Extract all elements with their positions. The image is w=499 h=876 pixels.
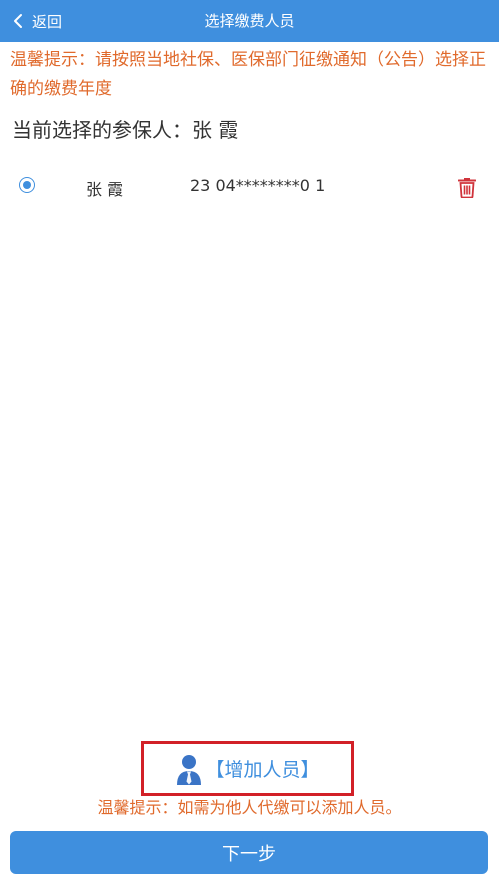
add-person-button[interactable]: 【增加人员】 bbox=[141, 741, 354, 796]
next-step-button[interactable]: 下一步 bbox=[10, 831, 488, 874]
current-selection: 当前选择的参保人：张 霞 bbox=[12, 114, 238, 143]
page-title: 选择缴费人员 bbox=[204, 12, 295, 30]
radio-selected-dot bbox=[22, 180, 31, 189]
person-id-number: 23 04********0 1 bbox=[190, 176, 326, 195]
top-navbar: 返回 选择缴费人员 bbox=[0, 0, 499, 42]
add-person-label: 【增加人员】 bbox=[205, 759, 320, 781]
current-selection-name: 张 霞 bbox=[192, 118, 239, 142]
person-name: 张 霞 bbox=[86, 180, 124, 199]
person-radio[interactable] bbox=[19, 177, 35, 193]
current-selection-label: 当前选择的参保人： bbox=[12, 118, 192, 142]
delete-trash-icon[interactable] bbox=[457, 176, 477, 198]
person-row[interactable]: 张 霞 23 04********0 1 bbox=[0, 168, 499, 204]
warm-tip: 温馨提示：请按照当地社保、医保部门征缴通知（公告）选择正确的缴费年度 bbox=[10, 50, 486, 99]
bottom-tip: 温馨提示：如需为他人代缴可以添加人员。 bbox=[97, 798, 402, 817]
person-icon bbox=[177, 754, 202, 785]
